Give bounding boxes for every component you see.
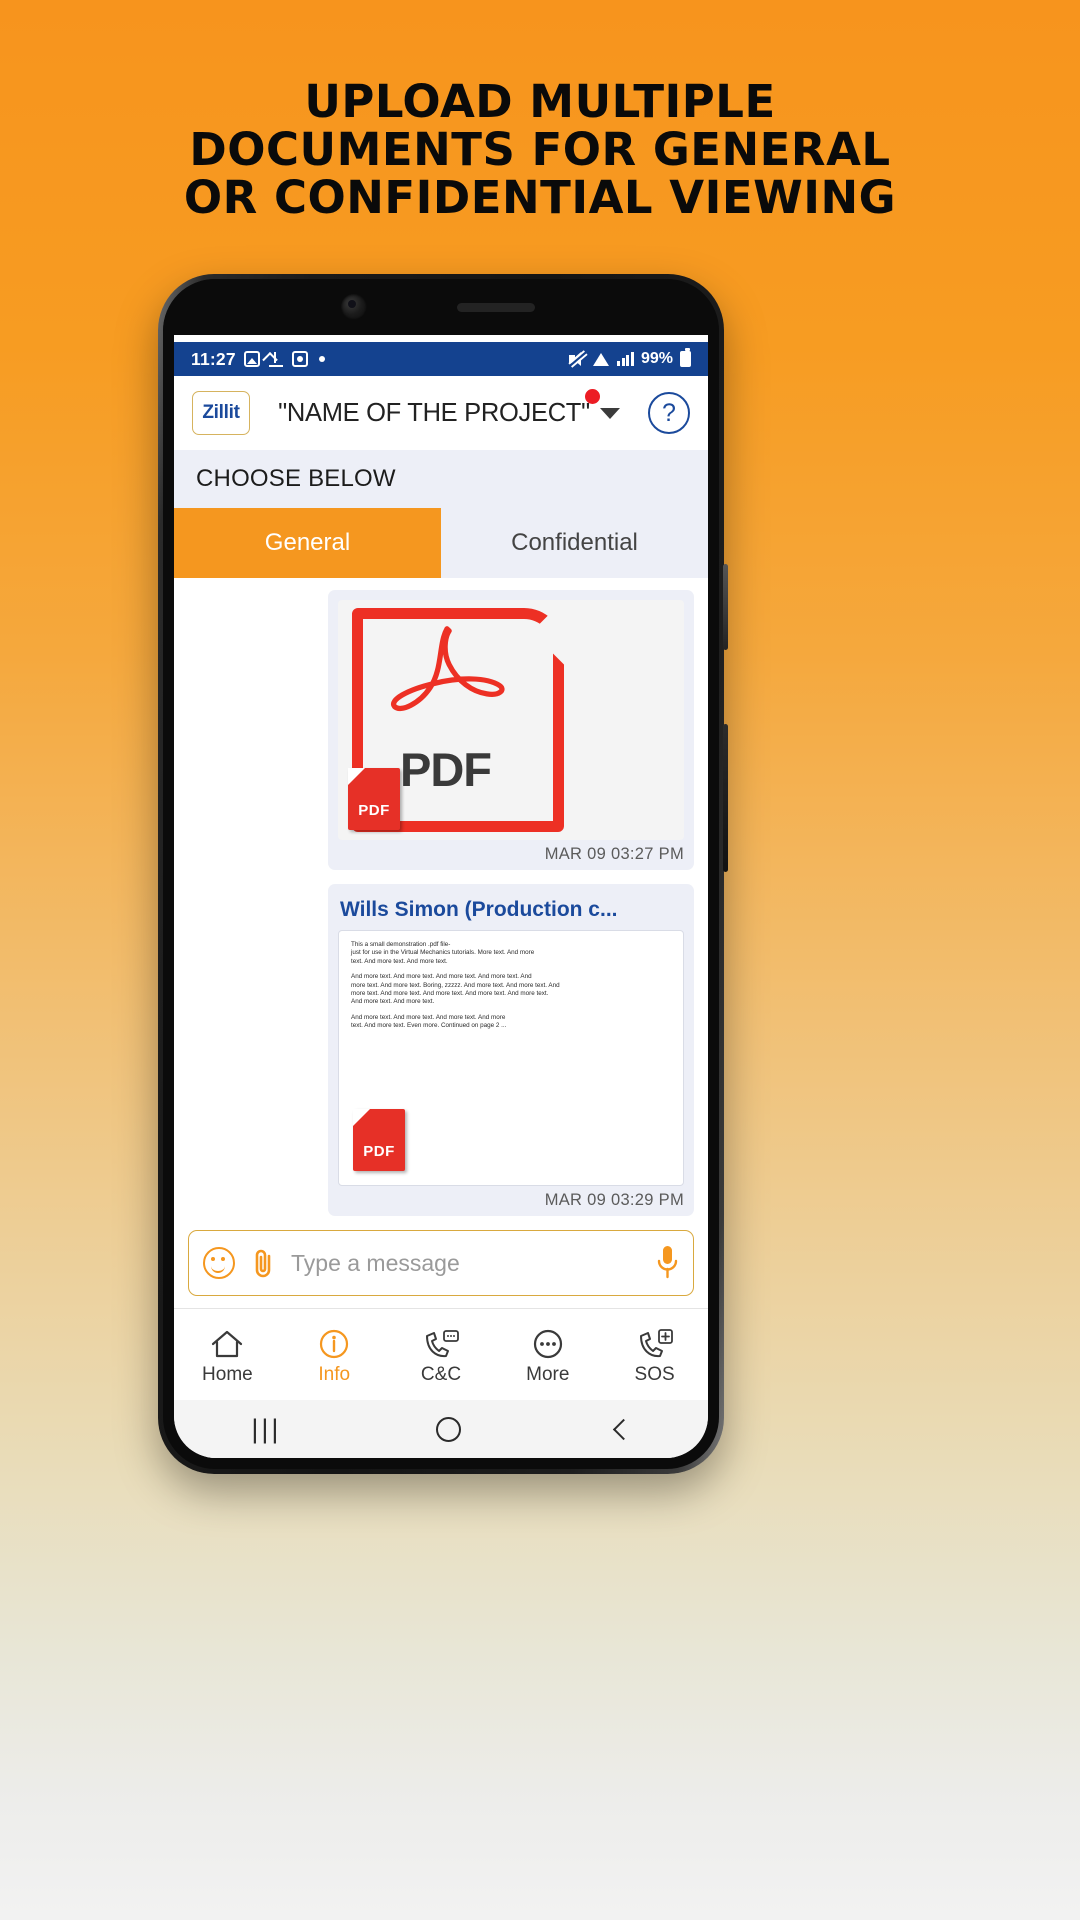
pdf-badge-label: PDF <box>363 1143 395 1160</box>
wifi-icon <box>593 352 610 366</box>
emoji-icon[interactable] <box>203 1247 235 1279</box>
home-circle-icon[interactable] <box>436 1416 461 1442</box>
earpiece-speaker <box>457 302 535 312</box>
pdf-thumbnail[interactable]: PDF PDF <box>338 600 684 840</box>
status-time: 11:27 <box>191 348 236 369</box>
message-item-pdf-icon[interactable]: PDF PDF MAR 09 03:27 PM <box>328 590 694 870</box>
status-bar-right: 99% <box>569 348 691 368</box>
nav-item-info[interactable]: Info <box>281 1324 388 1386</box>
project-title: "NAME OF THE PROJECT" <box>278 398 590 427</box>
notification-badge <box>585 388 600 404</box>
volume-button[interactable] <box>723 564 728 650</box>
battery-percent: 99% <box>640 350 673 367</box>
headline-line-2: DOCUMENTS FOR GENERAL <box>189 123 891 176</box>
preview-line: And more text. And more text. And more t… <box>351 1013 506 1021</box>
message-input-placeholder[interactable]: Type a message <box>291 1250 641 1277</box>
home-icon <box>209 1324 245 1360</box>
nav-item-home[interactable]: Home <box>174 1324 281 1386</box>
message-input-bar[interactable]: Type a message <box>188 1230 694 1296</box>
pdf-folded-corner <box>531 600 600 666</box>
dot-icon <box>318 356 325 362</box>
paperclip-icon[interactable] <box>249 1247 277 1279</box>
bottom-navigation: Home Info C&C More SOS <box>174 1308 708 1400</box>
document-preview[interactable]: This a small demonstration .pdf file- ju… <box>338 930 684 1186</box>
preview-line: text. And more text. Even more. Continue… <box>351 1022 507 1030</box>
pdf-badge-label: PDF <box>358 802 390 819</box>
mute-icon <box>569 351 587 367</box>
status-bar-left: 11:27 <box>191 349 325 370</box>
category-tabs: General Confidential <box>174 508 708 578</box>
preview-line: And more text. And more text. And more t… <box>351 973 532 981</box>
info-icon <box>316 1324 352 1360</box>
photo-icon <box>243 351 260 367</box>
choose-below-label: CHOOSE BELOW <box>196 465 396 492</box>
choose-below-bar: CHOOSE BELOW <box>174 450 708 508</box>
pdf-badge-icon: PDF <box>348 768 400 830</box>
nav-label: Info <box>318 1363 351 1385</box>
pdf-badge-icon: PDF <box>353 1109 405 1171</box>
message-timestamp: MAR 09 03:29 PM <box>544 1191 684 1209</box>
tab-confidential[interactable]: Confidential <box>441 508 708 578</box>
front-camera-icon <box>341 294 367 320</box>
nav-item-cc[interactable]: C&C <box>388 1324 495 1386</box>
nav-label: Home <box>202 1363 253 1385</box>
nav-item-sos[interactable]: SOS <box>601 1324 708 1386</box>
preview-line: text. And more text. And more text. <box>351 957 448 965</box>
app-header: Zillit "NAME OF THE PROJECT" ? <box>174 376 708 450</box>
help-button[interactable]: ? <box>648 392 690 434</box>
nav-item-more[interactable]: More <box>494 1324 601 1386</box>
project-selector[interactable]: "NAME OF THE PROJECT" <box>264 388 634 428</box>
message-timestamp: MAR 09 03:27 PM <box>544 845 684 863</box>
app-logo[interactable]: Zillit <box>192 391 250 435</box>
pdf-label: PDF <box>400 743 492 796</box>
battery-icon <box>680 348 691 367</box>
tab-general[interactable]: General <box>174 508 441 578</box>
message-list: PDF PDF MAR 09 03:27 PM Wills Simon (Pro… <box>174 578 708 1220</box>
phone-mockup: 11:27 99% Zillit "NAME OF THE PROJECT" ?… <box>158 274 728 1474</box>
status-bar: 11:27 99% <box>174 342 708 376</box>
signal-icon <box>617 352 634 366</box>
recent-apps-button[interactable]: ||| <box>251 1414 281 1445</box>
preview-line: just for use in the Virtual Mechanics tu… <box>351 949 535 957</box>
nav-label: C&C <box>420 1363 462 1385</box>
preview-line: And more text. And more text. <box>351 998 435 1006</box>
preview-line: more text. And more text. And more text.… <box>351 990 549 998</box>
message-item-doc-preview[interactable]: Wills Simon (Production c... This a smal… <box>328 884 694 1216</box>
preview-line: This a small demonstration .pdf file- <box>351 941 451 948</box>
document-title: Wills Simon (Production c... <box>340 898 618 921</box>
sos-call-icon <box>636 1324 674 1360</box>
power-button[interactable] <box>723 724 728 872</box>
promo-headline: UPLOAD MULTIPLE DOCUMENTS FOR GENERAL OR… <box>0 78 1080 222</box>
phone-notch <box>163 279 719 335</box>
screenshot-icon <box>291 351 308 367</box>
phone-screen: 11:27 99% Zillit "NAME OF THE PROJECT" ?… <box>174 292 708 1458</box>
phone-bezel: 11:27 99% Zillit "NAME OF THE PROJECT" ?… <box>163 279 719 1469</box>
chevron-down-icon[interactable] <box>599 407 620 419</box>
preview-line: more text. And more text. Boring, zzzzz.… <box>351 981 560 989</box>
headline-line-3: OR CONFIDENTIAL VIEWING <box>183 171 897 224</box>
microphone-icon[interactable] <box>655 1244 679 1282</box>
nav-label: More <box>526 1363 570 1385</box>
acrobat-swirl-icon <box>390 626 505 712</box>
nav-label: SOS <box>634 1363 675 1385</box>
call-chat-icon <box>422 1324 460 1360</box>
upload-icon <box>268 351 284 367</box>
android-system-bar: ||| <box>174 1400 708 1458</box>
headline-line-1: UPLOAD MULTIPLE <box>304 75 776 128</box>
back-chevron-icon[interactable] <box>612 1418 634 1440</box>
more-dots-icon <box>530 1324 566 1360</box>
